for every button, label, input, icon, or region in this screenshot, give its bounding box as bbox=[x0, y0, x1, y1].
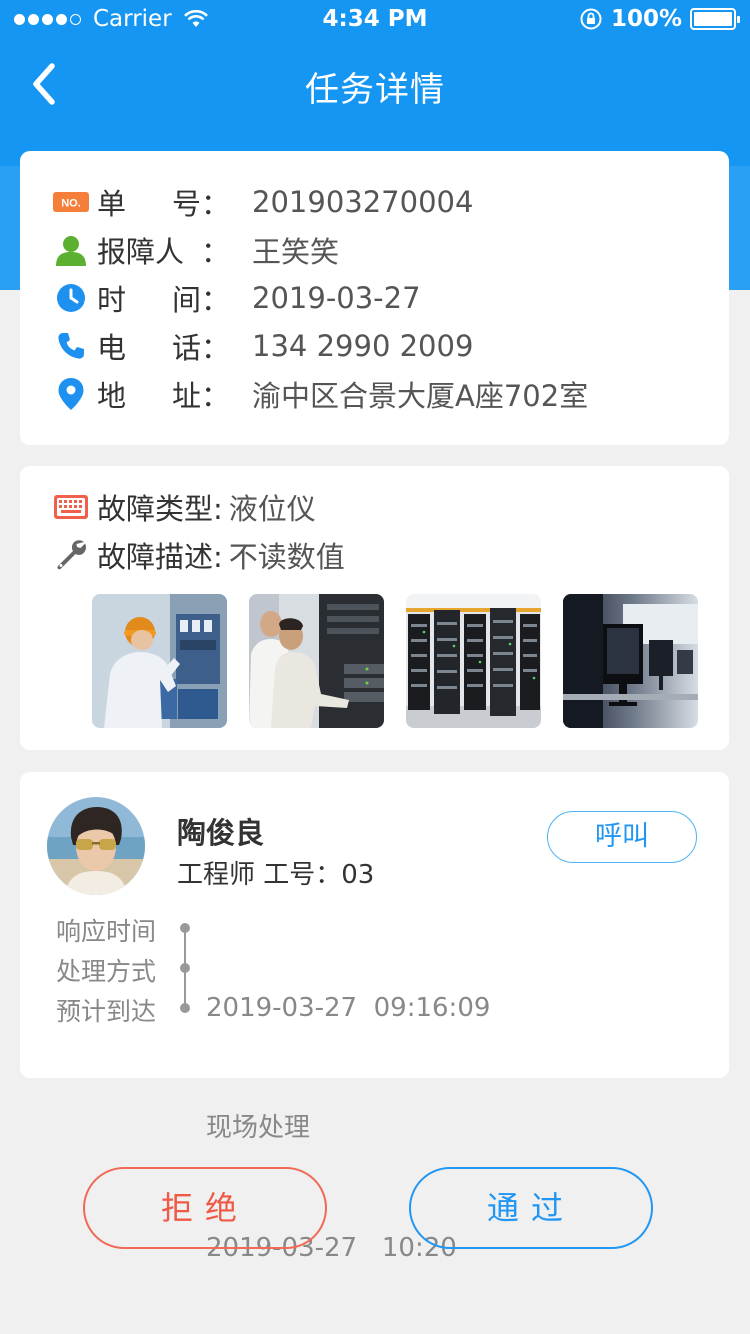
response-time-label: 响应时间 bbox=[56, 917, 157, 946]
time-row: 时间 ： 2019-03-27 bbox=[53, 276, 421, 320]
timeline-dot bbox=[180, 1003, 190, 1013]
response-time-value: 2019-03-27 09:16:09 bbox=[206, 993, 491, 1023]
fault-desc-value: 不读数值 bbox=[228, 540, 345, 574]
timeline-labels: 响应时间 处理方式 预计到达 bbox=[56, 912, 156, 1032]
reject-button[interactable]: 拒绝 bbox=[83, 1167, 327, 1249]
avatar bbox=[47, 797, 145, 895]
ticket-number-row: NO. 单号 ： 201903270004 bbox=[53, 180, 473, 224]
fault-photo-technician[interactable] bbox=[92, 594, 227, 728]
reporter-value: 王笑笑 bbox=[252, 235, 340, 269]
phone-row: 电话 ： 134 2990 2009 bbox=[53, 324, 473, 368]
battery-label: 100% bbox=[610, 6, 682, 32]
fault-type-value: 液位仪 bbox=[228, 492, 316, 526]
nav-bar: 任务详情 bbox=[0, 40, 750, 128]
timeline-values: 2019-03-27 09:16:09 现场处理 2019-03-27 10:2… bbox=[206, 908, 490, 1334]
clock-icon bbox=[53, 280, 89, 316]
call-button[interactable]: 呼叫 bbox=[547, 811, 697, 863]
address-value: 渝中区合景大厦A座702室 bbox=[252, 379, 589, 413]
battery-icon bbox=[690, 8, 740, 30]
ticket-number-label: 单号 bbox=[97, 187, 201, 221]
wrench-icon bbox=[53, 537, 89, 573]
fault-type-label: 故障类型: bbox=[97, 492, 223, 526]
colon: ： bbox=[201, 235, 231, 269]
status-bar: Carrier 4:34 PM 100% bbox=[0, 0, 750, 40]
colon: ： bbox=[201, 331, 231, 365]
eta-label: 预计到达 bbox=[56, 997, 157, 1026]
time-value: 2019-03-27 bbox=[252, 281, 421, 315]
number-icon: NO. bbox=[53, 184, 89, 220]
fault-desc-label: 故障描述: bbox=[97, 540, 223, 574]
reporter-row: 报障人 ： 王笑笑 bbox=[53, 228, 339, 272]
fault-type-row: 故障类型: 液位仪 bbox=[53, 485, 316, 529]
fault-photo-engineers[interactable] bbox=[249, 594, 384, 728]
svg-text:NO.: NO. bbox=[61, 198, 81, 210]
engineer-name: 陶俊良 bbox=[177, 816, 265, 850]
page-title: 任务详情 bbox=[305, 70, 445, 110]
fault-card: 故障类型: 液位仪 故障描述: 不读数值 bbox=[20, 466, 729, 750]
colon: ： bbox=[201, 283, 231, 317]
address-row: 地址 ： 渝中区合景大厦A座702室 bbox=[53, 372, 588, 416]
ticket-number-value: 201903270004 bbox=[252, 185, 474, 219]
pass-button[interactable]: 通过 bbox=[409, 1167, 653, 1249]
engineer-card: 陶俊良 工程师 工号：03 呼叫 响应时间 处理方式 预计到达 2019-03-… bbox=[20, 772, 729, 1263]
fault-desc-row: 故障描述: 不读数值 bbox=[53, 533, 345, 577]
status-right: 100% bbox=[579, 6, 740, 32]
engineer-role: 工程师 工号：03 bbox=[177, 860, 375, 890]
address-label: 地址 bbox=[97, 379, 201, 413]
rotation-lock-icon bbox=[580, 8, 602, 30]
reporter-label: 报障人 bbox=[97, 235, 185, 269]
fault-photo-server-racks[interactable] bbox=[406, 594, 541, 728]
ticket-info-card: NO. 单号 ： 201903270004 报障人 ： 王笑笑 时间 ： 201… bbox=[20, 151, 729, 445]
timeline-dot bbox=[180, 963, 190, 973]
phone-icon bbox=[53, 328, 89, 364]
handling-label: 处理方式 bbox=[56, 957, 157, 986]
fault-photo-computer-lab[interactable] bbox=[563, 594, 698, 728]
phone-label: 电话 bbox=[97, 331, 201, 365]
fault-photos bbox=[92, 594, 698, 728]
time-label: 时间 bbox=[97, 283, 201, 317]
colon: ： bbox=[201, 187, 231, 221]
timeline-dot bbox=[180, 923, 190, 933]
handling-value: 现场处理 bbox=[206, 1113, 311, 1143]
keyboard-icon bbox=[53, 489, 89, 525]
location-pin-icon bbox=[53, 376, 89, 412]
colon: ： bbox=[201, 379, 231, 413]
person-icon bbox=[53, 232, 89, 268]
phone-value[interactable]: 134 2990 2009 bbox=[252, 329, 473, 363]
